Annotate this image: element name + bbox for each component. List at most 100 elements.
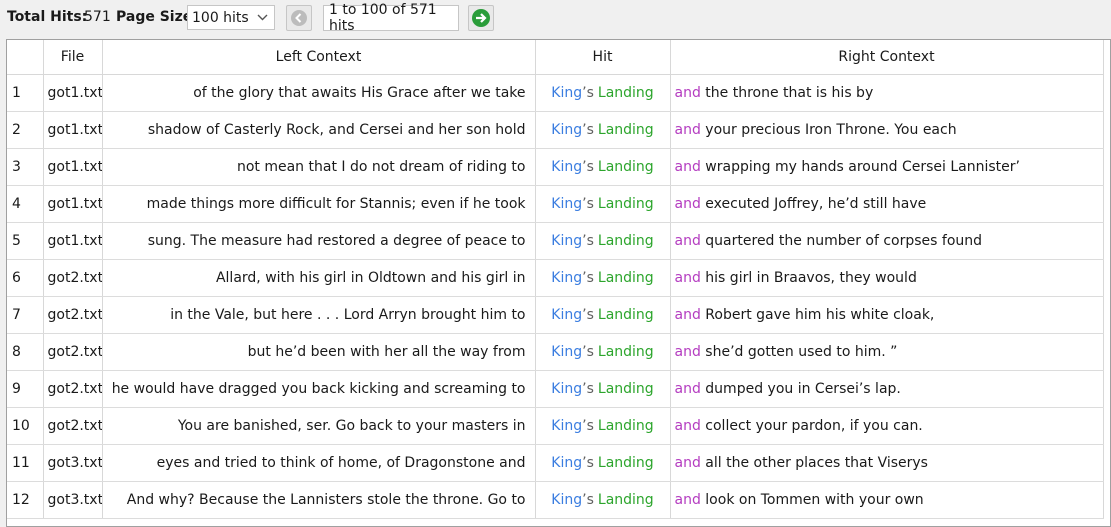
hit-word-1: King <box>551 381 583 397</box>
hit-cell: King’s Landing <box>535 444 671 482</box>
row-number: 8 <box>7 333 44 371</box>
header-row: File Left Context Hit Right Context <box>7 40 1104 75</box>
hit-apostrophe: ’s <box>582 307 594 323</box>
hit-cell: King’s Landing <box>535 222 671 260</box>
row-number: 4 <box>7 185 44 223</box>
right-context-cell: and collect your pardon, if you can. <box>670 407 1104 445</box>
right-context-text: dumped you in Cersei’s lap. <box>705 381 901 397</box>
hit-word-1: King <box>551 233 583 249</box>
right-context-first-word: and <box>674 233 701 249</box>
table-row[interactable]: 1 got1.txt of the glory that awaits His Gr… <box>7 74 1104 112</box>
left-context-cell: not mean that I do not dream of riding t… <box>102 148 536 186</box>
hit-apostrophe: ’s <box>582 344 594 360</box>
hit-word-2: Landing <box>597 307 654 323</box>
table-row[interactable]: 3 got1.txt not mean that I do not dream of… <box>7 148 1104 186</box>
page-size-value: 100 hits <box>192 9 249 26</box>
row-number: 5 <box>7 222 44 260</box>
right-context-text: Robert gave him his white cloak, <box>705 307 935 323</box>
right-context-text: wrapping my hands around Cersei Lanniste… <box>705 159 1020 175</box>
file-cell: got2.txt <box>43 296 103 334</box>
table-row[interactable]: 10 got2.txt You are banished, ser. Go back… <box>7 407 1104 445</box>
page-size-select[interactable]: 100 hits <box>187 5 275 30</box>
right-context-first-word: and <box>674 270 701 286</box>
right-context-cell: and Robert gave him his white cloak, <box>670 296 1104 334</box>
right-context-text: she’d gotten used to him. ” <box>705 344 898 360</box>
right-context-text: his girl in Braavos, they would <box>705 270 917 286</box>
table-row[interactable]: 4 got1.txt made things more difficult for … <box>7 185 1104 223</box>
table-row[interactable]: 8 got2.txt but he’d been with her all the … <box>7 333 1104 371</box>
table-row[interactable]: 6 got2.txt Allard, with his girl in Oldtow… <box>7 259 1104 297</box>
table-row[interactable]: 12 got3.txt And why? Because the Lannister… <box>7 481 1104 519</box>
hit-word-1: King <box>551 455 583 471</box>
table-row[interactable]: 2 got1.txt shadow of Casterly Rock, and Ce… <box>7 111 1104 149</box>
hit-cell: King’s Landing <box>535 296 671 334</box>
file-cell: got2.txt <box>43 407 103 445</box>
right-context-cell: and your precious Iron Throne. You each <box>670 111 1104 149</box>
right-arrow-circle-icon <box>471 8 491 28</box>
hit-word-2: Landing <box>597 159 654 175</box>
hit-word-1: King <box>551 307 583 323</box>
left-context-cell: he would have dragged you back kicking a… <box>102 370 536 408</box>
file-cell: got1.txt <box>43 148 103 186</box>
hit-apostrophe: ’s <box>582 270 594 286</box>
right-context-cell: and the throne that is his by <box>670 74 1104 112</box>
file-cell: got2.txt <box>43 370 103 408</box>
results-table: File Left Context Hit Right Context 1 got… <box>7 40 1104 519</box>
row-number: 1 <box>7 74 44 112</box>
table-row[interactable]: 9 got2.txt he would have dragged you back … <box>7 370 1104 408</box>
right-context-first-word: and <box>674 122 701 138</box>
hit-apostrophe: ’s <box>582 455 594 471</box>
hit-apostrophe: ’s <box>582 122 594 138</box>
left-context-cell: but he’d been with her all the way from <box>102 333 536 371</box>
right-context-cell: and look on Tommen with your own <box>670 481 1104 519</box>
hit-cell: King’s Landing <box>535 185 671 223</box>
hit-apostrophe: ’s <box>582 492 594 508</box>
column-header-right-context[interactable]: Right Context <box>670 40 1104 75</box>
left-context-cell: And why? Because the Lannisters stole th… <box>102 481 536 519</box>
file-cell: got1.txt <box>43 222 103 260</box>
row-number: 6 <box>7 259 44 297</box>
total-hits-label: Total Hits: <box>7 9 88 25</box>
right-context-text: quartered the number of corpses found <box>705 233 983 249</box>
left-arrow-circle-icon <box>290 9 308 27</box>
row-number: 2 <box>7 111 44 149</box>
results-grid[interactable]: File Left Context Hit Right Context 1 got… <box>6 39 1111 527</box>
file-cell: got2.txt <box>43 259 103 297</box>
right-context-cell: and dumped you in Cersei’s lap. <box>670 370 1104 408</box>
hit-word-2: Landing <box>597 196 654 212</box>
column-header-file[interactable]: File <box>43 40 103 75</box>
right-context-text: look on Tommen with your own <box>705 492 924 508</box>
previous-page-button[interactable] <box>286 5 312 31</box>
right-context-first-word: and <box>674 418 701 434</box>
right-context-text: all the other places that Viserys <box>705 455 928 471</box>
hit-word-2: Landing <box>597 381 654 397</box>
table-row[interactable]: 11 got3.txt eyes and tried to think of hom… <box>7 444 1104 482</box>
table-row[interactable]: 7 got2.txt in the Vale, but here . . . Lor… <box>7 296 1104 334</box>
hit-word-1: King <box>551 344 583 360</box>
page-range-text: 1 to 100 of 571 hits <box>329 2 437 34</box>
column-header-index[interactable] <box>7 40 44 75</box>
hit-cell: King’s Landing <box>535 481 671 519</box>
hit-cell: King’s Landing <box>535 148 671 186</box>
table-row[interactable]: 5 got1.txt sung. The measure had restored … <box>7 222 1104 260</box>
file-cell: got2.txt <box>43 333 103 371</box>
row-number: 7 <box>7 296 44 334</box>
left-context-cell: shadow of Casterly Rock, and Cersei and … <box>102 111 536 149</box>
hit-word-2: Landing <box>597 122 654 138</box>
hit-word-2: Landing <box>597 85 654 101</box>
right-context-first-word: and <box>674 159 701 175</box>
right-context-text: your precious Iron Throne. You each <box>705 122 957 138</box>
file-cell: got1.txt <box>43 74 103 112</box>
left-context-cell: eyes and tried to think of home, of Drag… <box>102 444 536 482</box>
hit-word-1: King <box>551 159 583 175</box>
file-cell: got3.txt <box>43 444 103 482</box>
hit-cell: King’s Landing <box>535 74 671 112</box>
hit-cell: King’s Landing <box>535 259 671 297</box>
row-number: 12 <box>7 481 44 519</box>
total-hits-value: 571 <box>84 9 111 25</box>
next-page-button[interactable] <box>468 5 494 31</box>
chevron-down-icon <box>257 9 268 28</box>
hit-apostrophe: ’s <box>582 196 594 212</box>
column-header-left-context[interactable]: Left Context <box>102 40 536 75</box>
column-header-hit[interactable]: Hit <box>535 40 671 75</box>
